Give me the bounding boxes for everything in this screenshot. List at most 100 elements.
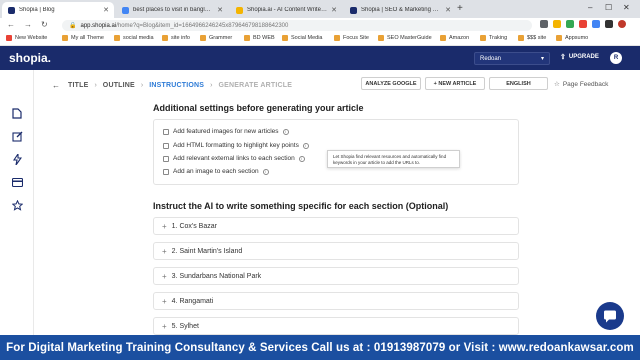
close-icon[interactable]: ✕ <box>445 6 451 14</box>
browser-tab-bar: Shopia | Blog ✕ best places to visit in … <box>0 0 640 18</box>
folder-icon <box>480 35 486 41</box>
bookmark-item[interactable]: social media <box>114 35 154 41</box>
back-arrow-icon[interactable]: ← <box>7 20 15 29</box>
bolt-icon[interactable] <box>11 153 23 165</box>
url-host: app.shopia.ai <box>80 22 117 29</box>
bookmark-item[interactable]: $$$ site <box>518 35 546 41</box>
star-bookmark-icon[interactable] <box>553 20 561 28</box>
page-feedback-link[interactable]: ☆ Page Feedback <box>554 80 608 89</box>
bookmarks-bar: New Website My all Theme social media si… <box>0 33 640 46</box>
shopia-logo[interactable]: shopia. <box>9 51 51 65</box>
share-icon[interactable] <box>540 20 548 28</box>
folder-icon <box>162 35 168 41</box>
forward-arrow-icon[interactable]: → <box>24 20 32 29</box>
edit-icon[interactable] <box>11 130 23 142</box>
section-item[interactable]: + 3. Sundarbans National Park <box>153 267 519 285</box>
checkbox[interactable] <box>163 142 169 149</box>
tab-label: Shopia.ai - AI Content Writer, Sc <box>247 7 328 13</box>
folder-icon <box>378 35 384 41</box>
close-icon[interactable]: ✕ <box>217 6 223 14</box>
option-section-images[interactable]: Add an image to each section i <box>163 168 269 175</box>
section-item[interactable]: + 4. Rangamati <box>153 292 519 310</box>
workspace-select[interactable]: Redoan ▾ <box>474 52 550 65</box>
back-arrow-icon[interactable]: ← <box>52 81 60 90</box>
close-window-icon[interactable]: ✕ <box>623 3 630 12</box>
section-label: 5. Sylhet <box>171 322 199 330</box>
info-icon[interactable]: i <box>262 168 269 175</box>
new-tab-button[interactable]: + <box>457 3 463 14</box>
bookmark-item[interactable]: BD WEB <box>244 35 275 41</box>
folder-icon <box>200 35 206 41</box>
url-path: /home?q=Blog&item_id=1664966246245x87964… <box>116 22 289 29</box>
info-icon[interactable]: i <box>302 142 309 149</box>
star-icon[interactable] <box>11 199 23 211</box>
section-item[interactable]: + 1. Cox's Bazar <box>153 217 519 235</box>
app-header: shopia. Redoan ▾ ⇧ UPGRADE R <box>0 46 640 70</box>
checkbox[interactable] <box>163 168 169 175</box>
tab-label: Shopia | Blog <box>19 7 55 13</box>
folder-icon <box>440 35 446 41</box>
bookmark-item[interactable]: Amazon <box>440 35 469 41</box>
folder-icon <box>556 35 562 41</box>
plus-icon: + <box>162 296 167 306</box>
avatar[interactable]: R <box>610 52 622 64</box>
card-icon[interactable] <box>11 176 23 188</box>
step-title[interactable]: TITLE <box>68 82 88 89</box>
browser-tab-2[interactable]: best places to visit in bangladesh ✕ <box>116 2 228 18</box>
maximize-icon[interactable]: ☐ <box>605 3 612 12</box>
chevron-right-icon: › <box>94 81 97 89</box>
bookmark-item[interactable]: Appsumo <box>556 35 588 41</box>
option-label: Add relevant external links to each sect… <box>173 155 295 162</box>
bookmark-item[interactable]: SEO MasterGuide <box>378 35 432 41</box>
puzzle-icon[interactable] <box>605 20 613 28</box>
bookmark-item[interactable]: Focus Site <box>334 35 369 41</box>
minimize-icon[interactable]: – <box>588 3 592 12</box>
step-instructions[interactable]: INSTRUCTIONS <box>149 82 204 89</box>
extension-icon[interactable] <box>579 20 587 28</box>
folder-icon <box>518 35 524 41</box>
chevron-down-icon: ▾ <box>540 56 544 62</box>
option-label: Add an image to each section <box>173 168 259 175</box>
option-featured-images[interactable]: Add featured images for new articles i <box>163 128 289 135</box>
bookmark-item[interactable]: site info <box>162 35 190 41</box>
checkbox[interactable] <box>163 128 169 135</box>
plus-icon: + <box>162 221 167 231</box>
option-external-links[interactable]: Add relevant external links to each sect… <box>163 155 305 162</box>
tab-label: Shopia | SEO & Marketing Conte <box>361 7 442 13</box>
url-input[interactable]: 🔒 app.shopia.ai/home?q=Blog&item_id=1664… <box>62 20 532 31</box>
address-bar: ← → ↻ 🔒 app.shopia.ai/home?q=Blog&item_i… <box>0 18 640 33</box>
section-item[interactable]: + 5. Sylhet <box>153 317 519 335</box>
analyze-google-button[interactable]: ANALYZE GOOGLE <box>361 77 421 90</box>
extension-icon[interactable] <box>592 20 600 28</box>
bookmark-item[interactable]: My all Theme <box>62 35 104 41</box>
bookmark-item[interactable]: Grammer <box>200 35 232 41</box>
close-icon[interactable]: ✕ <box>103 6 109 14</box>
upgrade-button[interactable]: ⇧ UPGRADE <box>560 53 599 61</box>
close-icon[interactable]: ✕ <box>331 6 337 14</box>
star-outline-icon: ☆ <box>554 81 560 88</box>
checkbox[interactable] <box>163 155 169 162</box>
new-article-button[interactable]: + NEW ARTICLE <box>425 77 485 90</box>
left-sidebar <box>0 70 34 335</box>
reload-icon[interactable]: ↻ <box>41 20 48 29</box>
option-html-formatting[interactable]: Add HTML formatting to highlight key poi… <box>163 142 309 149</box>
shopia-favicon-icon <box>350 6 357 14</box>
info-icon[interactable]: i <box>282 128 289 135</box>
bookmark-item[interactable]: New Website <box>6 35 47 41</box>
browser-tab-4[interactable]: Shopia | SEO & Marketing Conte ✕ <box>344 2 456 18</box>
step-outline[interactable]: OUTLINE <box>103 82 135 89</box>
chat-bubble-icon[interactable] <box>596 302 624 330</box>
browser-tab-1[interactable]: Shopia | Blog ✕ <box>2 2 114 18</box>
tab-label: best places to visit in bangladesh <box>133 7 214 13</box>
info-icon[interactable]: i <box>298 155 305 162</box>
section-item[interactable]: + 2. Saint Martin's Island <box>153 242 519 260</box>
bookmark-item[interactable]: Traking <box>480 35 507 41</box>
language-select[interactable]: ENGLISH <box>489 77 548 90</box>
extension-icon[interactable] <box>566 20 574 28</box>
profile-icon[interactable] <box>618 20 626 28</box>
bookmark-item[interactable]: Social Media <box>282 35 323 41</box>
browser-tab-3[interactable]: Shopia.ai - AI Content Writer, Sc ✕ <box>230 2 342 18</box>
document-icon[interactable] <box>11 107 23 119</box>
option-label: Add HTML formatting to highlight key poi… <box>173 142 299 149</box>
chevron-right-icon: › <box>140 81 144 89</box>
